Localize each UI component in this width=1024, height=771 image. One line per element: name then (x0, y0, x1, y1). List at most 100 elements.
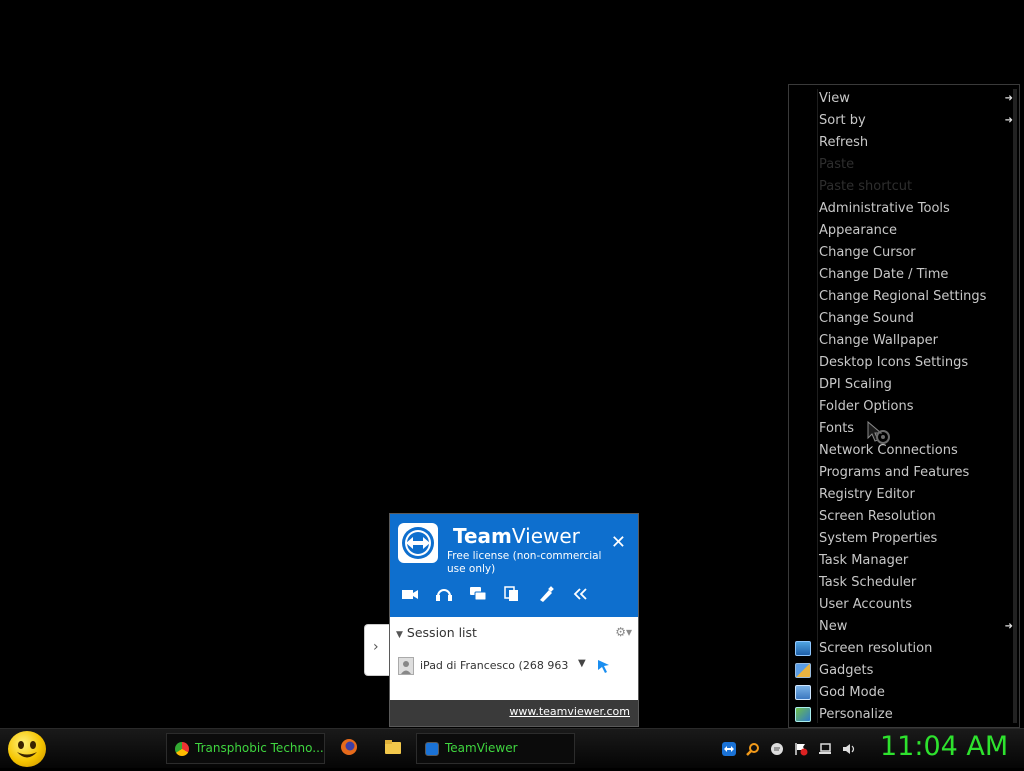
menu-item-label: Task Scheduler (819, 575, 917, 590)
teamviewer-tray-icon[interactable] (722, 741, 736, 756)
files-icon[interactable] (502, 584, 522, 604)
menu-item-label: Screen Resolution (819, 509, 936, 524)
menu-item-change-date-time[interactable]: Change Date / Time (789, 264, 1019, 286)
menu-item-label: Personalize (819, 707, 893, 722)
menu-item-sort-by[interactable]: Sort by ➜ (789, 110, 1019, 132)
menu-item-label: Screen resolution (819, 641, 933, 656)
gadgets-icon (795, 663, 811, 678)
teamviewer-logo-icon (398, 523, 438, 563)
teamviewer-footer: www.teamviewer.com (390, 700, 638, 726)
teamviewer-expand-tab[interactable]: › (364, 624, 390, 676)
menu-item-change-regional-settings[interactable]: Change Regional Settings (789, 286, 1019, 308)
volume-icon[interactable] (842, 741, 856, 755)
session-list-header[interactable]: ▼ Session list (396, 625, 477, 640)
taskbar-clock[interactable]: 11:04 AM (880, 731, 1008, 762)
menu-item-paste-shortcut: Paste shortcut (789, 176, 1019, 198)
menu-item-label: Fonts (819, 421, 855, 436)
menu-item-label: Change Sound (819, 311, 914, 326)
menu-item-change-cursor[interactable]: Change Cursor (789, 242, 1019, 264)
menu-item-label: Change Wallpaper (819, 333, 938, 348)
device-name: iPad di Francesco (268 963 55... (420, 659, 572, 672)
submenu-arrow-icon: ➜ (1004, 93, 1013, 104)
menu-item-appearance[interactable]: Appearance (789, 220, 1019, 242)
taskbar-item-teamviewer[interactable]: TeamViewer (416, 733, 575, 764)
teamviewer-toolbar (400, 584, 590, 604)
menu-item-change-sound[interactable]: Change Sound (789, 308, 1019, 330)
search-icon[interactable] (746, 741, 760, 756)
menu-item-fonts[interactable]: Fonts (789, 418, 1019, 440)
menu-item-refresh[interactable]: Refresh (789, 132, 1019, 154)
menu-item-paste: Paste (789, 154, 1019, 176)
menu-item-folder-options[interactable]: Folder Options (789, 396, 1019, 418)
menu-item-label: Gadgets (819, 663, 874, 678)
menu-item-label: Programs and Features (819, 465, 970, 480)
menu-item-user-accounts[interactable]: User Accounts (789, 594, 1019, 616)
menu-item-label: Change Date / Time (819, 267, 949, 282)
chat-icon[interactable] (468, 584, 488, 604)
license-text: Free license (non-commercial use only) (447, 550, 602, 575)
menu-item-label: Desktop Icons Settings (819, 355, 969, 370)
gear-icon[interactable]: ⚙▾ (615, 625, 632, 639)
menu-item-task-scheduler[interactable]: Task Scheduler (789, 572, 1019, 594)
explorer-folder-icon[interactable] (384, 738, 402, 756)
menu-item-label: Change Cursor (819, 245, 916, 260)
menu-item-screen-resolution[interactable]: Screen resolution (789, 638, 1019, 660)
god-icon (795, 685, 811, 700)
menu-item-god-mode[interactable]: God Mode (789, 682, 1019, 704)
menu-item-view[interactable]: View ➜ (789, 88, 1019, 110)
teamviewer-website-link[interactable]: www.teamviewer.com (509, 705, 630, 718)
teamviewer-panel: TeamViewer Free license (non-commercial … (389, 513, 639, 727)
menu-item-label: Change Regional Settings (819, 289, 987, 304)
session-list-label: Session list (406, 625, 477, 640)
menu-item-label: User Accounts (819, 597, 913, 612)
taskbar-item-chrome[interactable]: Transphobic Techno... (166, 733, 325, 764)
action-center-flag-icon[interactable] (794, 741, 808, 756)
menu-items: View ➜ Sort by ➜ Refresh Paste Paste shortcut A… (789, 88, 1019, 726)
menu-item-task-manager[interactable]: Task Manager (789, 550, 1019, 572)
menu-item-change-wallpaper[interactable]: Change Wallpaper (789, 330, 1019, 352)
chrome-icon (175, 742, 189, 756)
menu-item-registry-editor[interactable]: Registry Editor (789, 484, 1019, 506)
close-icon[interactable]: ✕ (611, 532, 626, 553)
chevron-down-icon[interactable]: ▼ (578, 658, 586, 669)
menu-item-label: Paste shortcut (819, 179, 913, 194)
menu-item-label: DPI Scaling (819, 377, 892, 392)
firefox-icon[interactable] (340, 738, 358, 756)
menu-item-label: God Mode (819, 685, 885, 700)
video-icon[interactable] (400, 584, 420, 604)
collapse-triangle-icon[interactable]: ▼ (396, 630, 403, 640)
collapse-icon[interactable] (570, 584, 590, 604)
menu-item-label: Registry Editor (819, 487, 915, 502)
network-icon[interactable] (818, 741, 832, 755)
connect-pointer-icon[interactable] (596, 658, 610, 678)
messenger-tray-icon[interactable] (770, 741, 784, 755)
teamviewer-header: TeamViewer Free license (non-commercial … (390, 514, 638, 617)
menu-item-personalize[interactable]: Personalize (789, 704, 1019, 726)
menu-item-screen-resolution[interactable]: Screen Resolution (789, 506, 1019, 528)
start-button[interactable] (8, 731, 46, 767)
menu-item-administrative-tools[interactable]: Administrative Tools (789, 198, 1019, 220)
menu-item-dpi-scaling[interactable]: DPI Scaling (789, 374, 1019, 396)
busy-cursor-icon (867, 420, 890, 444)
menu-item-label: Paste (819, 157, 855, 172)
submenu-arrow-icon: ➜ (1004, 115, 1013, 126)
headset-icon[interactable] (434, 584, 454, 604)
whiteboard-icon[interactable] (536, 584, 556, 604)
session-list-panel: ▼ Session list ⚙▾ iPad di Francesco (268 … (390, 617, 638, 701)
teamviewer-icon (425, 742, 439, 756)
teamviewer-title: TeamViewer (453, 524, 580, 548)
menu-item-label: Appearance (819, 223, 898, 238)
menu-item-desktop-icons-settings[interactable]: Desktop Icons Settings (789, 352, 1019, 374)
menu-item-system-properties[interactable]: System Properties (789, 528, 1019, 550)
menu-item-label: Task Manager (819, 553, 909, 568)
menu-item-label: Folder Options (819, 399, 914, 414)
menu-item-label: Refresh (819, 135, 869, 150)
menu-item-programs-and-features[interactable]: Programs and Features (789, 462, 1019, 484)
chevron-right-icon: › (373, 639, 379, 655)
menu-item-new[interactable]: New ➜ (789, 616, 1019, 638)
menu-item-network-connections[interactable]: Network Connections (789, 440, 1019, 462)
taskbar: Transphobic Techno... TeamViewer 11:04 A… (0, 728, 1024, 768)
menu-item-label: System Properties (819, 531, 938, 546)
menu-item-gadgets[interactable]: Gadgets (789, 660, 1019, 682)
session-item[interactable]: iPad di Francesco (268 963 55... ▼ (396, 657, 626, 677)
